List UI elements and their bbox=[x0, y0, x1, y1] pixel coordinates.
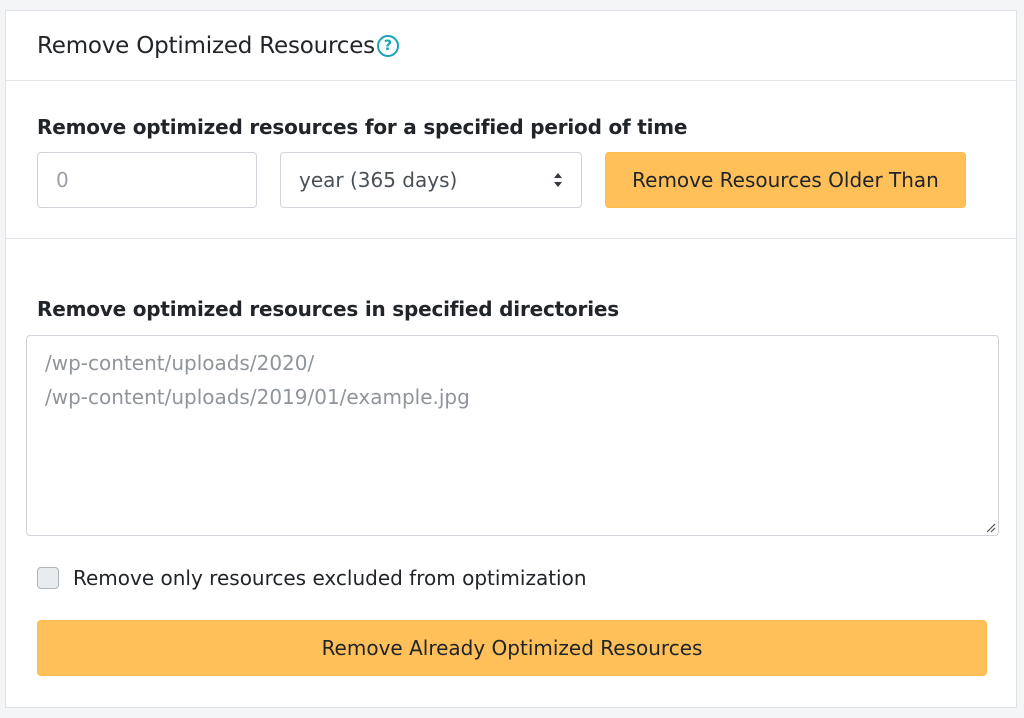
remove-optimized-resources-button[interactable]: Remove Already Optimized Resources bbox=[37, 620, 987, 676]
excluded-only-checkbox[interactable] bbox=[37, 567, 59, 589]
card-header: Remove Optimized Resources ? bbox=[6, 11, 1016, 81]
question-circle-icon[interactable]: ? bbox=[376, 34, 399, 57]
directories-placeholder-line: /wp-content/uploads/2020/ bbox=[45, 351, 315, 375]
resize-grip-icon[interactable] bbox=[984, 521, 996, 533]
card-title: Remove Optimized Resources bbox=[37, 32, 375, 59]
excluded-only-label[interactable]: Remove only resources excluded from opti… bbox=[73, 566, 587, 590]
directories-textarea[interactable]: /wp-content/uploads/2020/ /wp-content/up… bbox=[26, 335, 999, 536]
directories-placeholder-line: /wp-content/uploads/2019/01/example.jpg bbox=[45, 385, 470, 409]
period-unit-selected-value: year (365 days) bbox=[299, 168, 458, 192]
excluded-only-option[interactable]: Remove only resources excluded from opti… bbox=[37, 566, 587, 590]
directories-section-label: Remove optimized resources in specified … bbox=[37, 297, 619, 321]
period-section-label: Remove optimized resources for a specifi… bbox=[37, 115, 688, 139]
period-section: Remove optimized resources for a specifi… bbox=[6, 81, 1016, 239]
remove-resources-card: Remove Optimized Resources ? Remove opti… bbox=[5, 10, 1017, 708]
sort-arrows-icon bbox=[554, 173, 562, 187]
period-number-input[interactable] bbox=[37, 152, 257, 208]
period-unit-select[interactable]: year (365 days) bbox=[280, 152, 582, 208]
remove-older-than-button[interactable]: Remove Resources Older Than bbox=[605, 152, 966, 208]
